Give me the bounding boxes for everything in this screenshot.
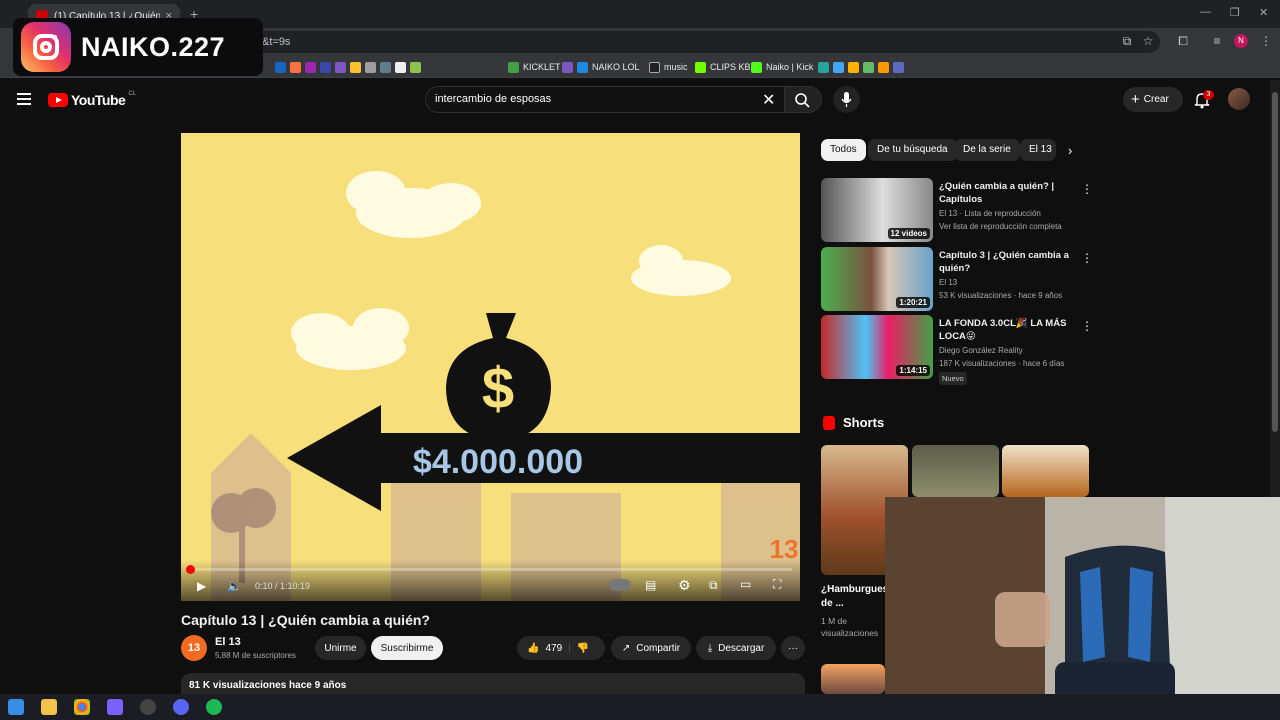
bookmark-naiko-lol[interactable]: NAIKO LOL xyxy=(562,60,640,74)
chrome-icon[interactable] xyxy=(74,699,90,715)
instagram-logo-icon xyxy=(21,22,71,72)
extensions-icon[interactable]: ⧠ xyxy=(1176,34,1190,48)
more-options-icon[interactable]: ⋮ xyxy=(1081,182,1093,196)
thumbs-up-icon: 👍 xyxy=(527,642,540,654)
address-bar[interactable]: &t=9s xyxy=(120,31,1160,53)
obs-icon[interactable] xyxy=(140,699,156,715)
shorts-heading: Shorts xyxy=(843,415,885,430)
file-explorer-icon[interactable] xyxy=(41,699,57,715)
new-badge: Nuevo xyxy=(939,372,967,385)
download-button[interactable]: ⤓ Descargar xyxy=(696,636,776,660)
app-icon[interactable] xyxy=(107,699,123,715)
menu-icon[interactable] xyxy=(17,93,31,105)
plus-icon: + xyxy=(1131,91,1140,108)
subscriber-count: 5,88 M de suscriptores xyxy=(215,651,296,660)
short-title[interactable]: ¿Hamburguesa de ... xyxy=(821,583,894,611)
bookmark-clips-kb[interactable]: CLIPS KB xyxy=(695,60,751,74)
video-title: Capítulo 13 | ¿Quién cambia a quién? xyxy=(181,612,430,628)
list-item[interactable]: 12 videos ¿Quién cambia a quién? | Capít… xyxy=(821,178,1093,242)
short-thumbnail[interactable] xyxy=(912,445,999,497)
bookmark-naiko-kick[interactable]: Naiko | Kick xyxy=(751,60,813,74)
short-thumbnail[interactable] xyxy=(1002,445,1089,497)
video-thumbnail: 1:14:15 xyxy=(821,315,933,379)
windows-start-icon[interactable] xyxy=(8,699,24,715)
progress-scrubber[interactable] xyxy=(186,565,195,574)
thumbs-down-icon[interactable]: 👎 xyxy=(577,643,589,654)
settings-gear-icon[interactable]: ⚙ xyxy=(678,577,691,594)
share-button[interactable]: ↗ Compartir xyxy=(611,636,691,660)
video-thumbnail: 1:20:21 xyxy=(821,247,933,311)
video-thumbnail: 12 videos xyxy=(821,178,933,242)
instagram-handle: NAIKO.227 xyxy=(81,31,226,62)
video-frame-illustration: $ $4.000.000 13 xyxy=(181,133,800,601)
volume-icon[interactable]: 🔈 xyxy=(227,579,242,593)
list-item[interactable]: 1:14:15 LA FONDA 3.0CL🎉 LA MÁS LOCA😜 Die… xyxy=(821,315,1093,385)
theater-mode-icon[interactable]: ▭ xyxy=(740,577,751,591)
voice-search-button[interactable] xyxy=(833,86,860,113)
like-button[interactable]: 👍 479 xyxy=(527,643,562,654)
bookmark-star-icon[interactable]: ☆ xyxy=(1141,34,1155,48)
create-button[interactable]: + Crear xyxy=(1123,87,1183,112)
svg-text:$: $ xyxy=(482,356,514,421)
more-options-icon[interactable]: ⋮ xyxy=(1081,251,1093,265)
join-button[interactable]: Unirme xyxy=(315,636,366,660)
minimize-icon[interactable]: — xyxy=(1200,6,1211,18)
short-views: 1 M de visualizaciones xyxy=(821,616,879,638)
bookmark-music[interactable]: music xyxy=(649,60,688,74)
chip-de-la-serie[interactable]: De la serie xyxy=(954,139,1020,161)
chip-el-13[interactable]: El 13 xyxy=(1020,139,1056,161)
autoplay-toggle[interactable] xyxy=(609,579,631,591)
youtube-logo[interactable]: YouTube CL xyxy=(48,91,136,108)
clear-search-icon[interactable]: ✕ xyxy=(762,90,775,110)
avatar[interactable] xyxy=(1228,88,1250,110)
browser-menu-icon[interactable]: ⋮ xyxy=(1259,34,1273,48)
scrollbar-thumb[interactable] xyxy=(1272,92,1278,432)
subscribe-button[interactable]: Suscribirme xyxy=(371,636,443,660)
media-icon[interactable]: ≡ xyxy=(1210,34,1224,48)
more-actions-button[interactable]: ··· xyxy=(781,636,805,660)
bookmark-extra-icons[interactable] xyxy=(818,60,904,74)
short-thumbnail[interactable] xyxy=(821,664,885,694)
cast-icon[interactable]: ⧉ xyxy=(1120,34,1134,48)
instagram-overlay: NAIKO.227 xyxy=(13,18,263,76)
profile-icon[interactable]: N xyxy=(1234,34,1248,48)
subtitles-icon[interactable]: ▤ xyxy=(645,578,656,592)
share-icon: ↗ xyxy=(621,642,631,654)
progress-bar[interactable] xyxy=(189,568,792,571)
channel-name[interactable]: El 13 xyxy=(215,636,241,648)
video-player[interactable]: $ $4.000.000 13 xyxy=(181,133,800,601)
list-item[interactable]: 1:20:21 Capítulo 3 | ¿Quién cambia a qui… xyxy=(821,247,1093,311)
channel-avatar[interactable]: 13 xyxy=(181,635,207,661)
taskbar xyxy=(0,694,1280,720)
chip-todos[interactable]: Todos xyxy=(821,139,866,161)
time-display: 0:10 / 1:10:19 xyxy=(255,581,311,591)
miniplayer-icon[interactable]: ⧉ xyxy=(709,578,718,593)
discord-icon[interactable] xyxy=(173,699,189,715)
download-icon: ⤓ xyxy=(707,642,713,654)
chevron-right-icon[interactable]: › xyxy=(1068,143,1072,158)
notification-count-badge: 3 xyxy=(1203,90,1214,100)
webcam-overlay xyxy=(885,497,1280,720)
search-input[interactable]: intercambio de esposas xyxy=(425,86,785,113)
play-icon[interactable]: ▶ xyxy=(197,579,206,593)
bookmark-icons-group[interactable] xyxy=(275,60,421,74)
webcam-scene xyxy=(885,497,1280,720)
video-overlay-amount: $4.000.000 xyxy=(413,443,583,481)
close-window-icon[interactable]: ✕ xyxy=(1259,6,1268,19)
fullscreen-icon[interactable]: ⛶ xyxy=(773,577,781,592)
bookmark-kicklet[interactable]: KICKLET xyxy=(508,60,561,74)
more-options-icon[interactable]: ⋮ xyxy=(1081,319,1093,333)
chip-de-tu-busqueda[interactable]: De tu búsqueda xyxy=(868,139,957,161)
search-button[interactable] xyxy=(785,86,822,113)
search-icon xyxy=(795,93,810,108)
youtube-play-icon xyxy=(48,93,68,107)
like-dislike-group: 👍 479 | 👎 xyxy=(517,636,605,660)
shorts-icon xyxy=(823,416,835,430)
spotify-icon[interactable] xyxy=(206,699,222,715)
mic-icon xyxy=(841,92,852,107)
restore-icon[interactable]: ❐ xyxy=(1230,6,1240,19)
